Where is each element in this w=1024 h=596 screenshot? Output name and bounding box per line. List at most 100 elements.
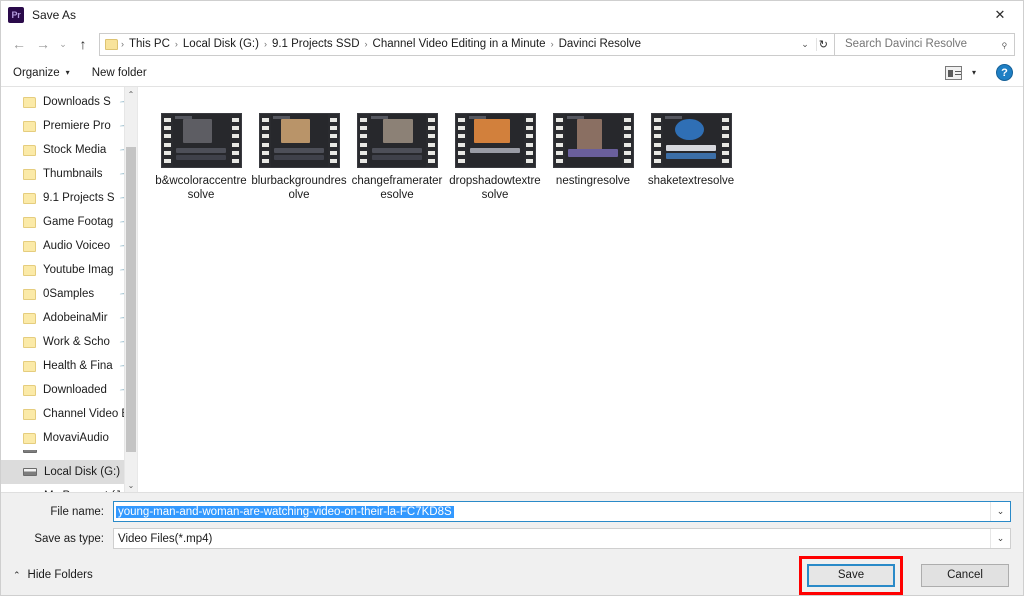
- file-name-label: changeframerateresolve: [351, 175, 443, 201]
- search-input[interactable]: [843, 37, 1002, 51]
- breadcrumb-item-this-pc[interactable]: This PC: [125, 38, 174, 50]
- sidebar-item-label: Work & Scho: [43, 336, 110, 348]
- cancel-button[interactable]: Cancel: [921, 563, 1009, 587]
- drive-icon: [23, 468, 37, 476]
- breadcrumb-item-channel-video-editing[interactable]: Channel Video Editing in a Minute: [369, 38, 550, 50]
- scrollbar-thumb[interactable]: [126, 147, 136, 452]
- film-sprockets-left: [651, 114, 663, 167]
- sidebar-item-work-school[interactable]: Work & Scho 📌: [1, 330, 137, 354]
- sidebar-item-downloaded[interactable]: Downloaded 📌: [1, 378, 137, 402]
- sidebar-item-clipped-drive[interactable]: [1, 450, 137, 460]
- film-sprockets-right: [327, 114, 339, 167]
- drive-icon: [23, 450, 37, 453]
- sidebar-item-projects-ssd[interactable]: 9.1 Projects S 📌: [1, 186, 137, 210]
- file-item[interactable]: nestingresolve: [544, 113, 642, 202]
- sidebar-item-my-passport-j-1[interactable]: My Passport (J:): [1, 484, 137, 492]
- change-view-icon[interactable]: [944, 65, 962, 80]
- sidebar-item-0samples[interactable]: 0Samples 📌: [1, 282, 137, 306]
- thumbnail-frame: [564, 114, 622, 167]
- back-button[interactable]: ←: [7, 32, 31, 56]
- file-item[interactable]: shaketextresolve: [642, 113, 740, 202]
- help-button[interactable]: ?: [996, 64, 1013, 81]
- recent-locations-button[interactable]: ⌄: [55, 32, 71, 56]
- file-list-pane[interactable]: b&wcoloraccentresolve blurbackgroundreso…: [138, 87, 1023, 492]
- chevron-down-icon: ▾: [65, 68, 70, 77]
- navigation-pane: Downloads S 📌 Premiere Pro 📌 Stock Media…: [1, 87, 138, 492]
- breadcrumb-item-local-disk[interactable]: Local Disk (G:): [179, 38, 263, 50]
- save-as-type-row: Save as type: Video Files(*.mp4) ⌄: [13, 528, 1011, 549]
- sidebar-item-label: Thumbnails: [43, 168, 103, 180]
- sidebar-item-label: AdobeinaMir: [43, 312, 108, 324]
- file-item[interactable]: dropshadowtextresolve: [446, 113, 544, 202]
- breadcrumb-item-projects-ssd[interactable]: 9.1 Projects SSD: [268, 38, 364, 50]
- sidebar-item-health-finance[interactable]: Health & Fina 📌: [1, 354, 137, 378]
- sidebar-item-movaviaudio[interactable]: MovaviAudio: [1, 426, 137, 450]
- sidebar-item-game-footage[interactable]: Game Footag 📌: [1, 210, 137, 234]
- file-name-field[interactable]: young-man-and-woman-are-watching-video-o…: [113, 501, 1011, 522]
- sidebar-item-label: Downloads S: [43, 96, 111, 108]
- sidebar-item-label: Game Footag: [43, 216, 114, 228]
- video-thumbnail: [454, 113, 536, 168]
- sidebar-item-local-disk-g[interactable]: Local Disk (G:): [1, 460, 137, 484]
- save-as-type-label: Save as type:: [34, 532, 104, 545]
- dialog-footer: ⌃ Hide Folders Save Cancel: [1, 555, 1023, 595]
- thumbnail-frame: [172, 114, 230, 167]
- refresh-icon[interactable]: ↻: [815, 37, 832, 51]
- save-button[interactable]: Save: [807, 563, 895, 587]
- hide-folders-label: Hide Folders: [27, 569, 93, 581]
- thumbnail-frame: [270, 114, 328, 167]
- save-as-type-field[interactable]: Video Files(*.mp4) ⌄: [113, 528, 1011, 549]
- film-sprockets-right: [621, 114, 633, 167]
- folder-icon: [23, 312, 36, 324]
- sidebar-item-downloads-s[interactable]: Downloads S 📌: [1, 90, 137, 114]
- chevron-down-icon[interactable]: ⌄: [990, 529, 1010, 548]
- file-name-label: nestingresolve: [555, 175, 631, 187]
- chevron-down-icon[interactable]: ⌄: [796, 39, 816, 50]
- film-sprockets-left: [357, 114, 369, 167]
- address-bar[interactable]: › This PC › Local Disk (G:) › 9.1 Projec…: [99, 32, 835, 56]
- sidebar-item-premiere-pro[interactable]: Premiere Pro 📌: [1, 114, 137, 138]
- film-sprockets-left: [553, 114, 565, 167]
- sidebar-item-label: Local Disk (G:): [44, 466, 121, 478]
- sidebar-item-partial[interactable]: [1, 450, 137, 460]
- breadcrumb-item-davinci-resolve[interactable]: Davinci Resolve: [555, 38, 645, 50]
- file-item[interactable]: blurbackgroundresolve: [250, 113, 348, 202]
- scroll-up-icon[interactable]: ⌃: [125, 87, 137, 101]
- sidebar-item-adobeinamirror[interactable]: AdobeinaMir 📌: [1, 306, 137, 330]
- close-icon[interactable]: ✕: [977, 1, 1023, 29]
- sidebar-item-thumbnails[interactable]: Thumbnails 📌: [1, 162, 137, 186]
- search-box[interactable]: ⌕: [835, 32, 1015, 56]
- sidebar-item-label: Downloaded: [43, 384, 107, 396]
- sidebar-item-youtube-images[interactable]: Youtube Imag 📌: [1, 258, 137, 282]
- new-folder-button[interactable]: New folder: [92, 67, 147, 79]
- sidebar-item-label: 0Samples: [43, 288, 95, 300]
- sidebar-list: Downloads S 📌 Premiere Pro 📌 Stock Media…: [1, 87, 137, 492]
- chevron-down-icon[interactable]: ▾: [972, 68, 976, 77]
- up-button[interactable]: ↑: [71, 32, 95, 56]
- film-sprockets-right: [229, 114, 241, 167]
- file-item[interactable]: changeframerateresolve: [348, 113, 446, 202]
- forward-button[interactable]: →: [31, 32, 55, 56]
- sidebar-scrollbar[interactable]: ⌃ ⌄: [124, 87, 137, 492]
- chevron-down-icon[interactable]: ⌄: [990, 502, 1010, 521]
- sidebar-item-label: Stock Media: [43, 144, 107, 156]
- folder-icon: [23, 168, 36, 180]
- file-name-label: dropshadowtextresolve: [449, 175, 541, 201]
- file-name-value[interactable]: young-man-and-woman-are-watching-video-o…: [116, 505, 454, 518]
- folder-icon: [23, 216, 36, 228]
- video-thumbnail: [258, 113, 340, 168]
- thumbnail-frame: [466, 114, 524, 167]
- film-sprockets-left: [161, 114, 173, 167]
- file-grid: b&wcoloraccentresolve blurbackgroundreso…: [152, 113, 1023, 202]
- file-item[interactable]: b&wcoloraccentresolve: [152, 113, 250, 202]
- organize-button[interactable]: Organize ▾: [13, 67, 70, 79]
- sidebar-item-audio-voiceover[interactable]: Audio Voiceo 📌: [1, 234, 137, 258]
- thumbnail-frame: [368, 114, 426, 167]
- sidebar-item-channel-video-editing[interactable]: Channel Video E: [1, 402, 137, 426]
- sidebar-item-stock-media[interactable]: Stock Media 📌: [1, 138, 137, 162]
- file-name-row: File name: young-man-and-woman-are-watch…: [13, 501, 1011, 522]
- scroll-down-icon[interactable]: ⌄: [125, 478, 137, 492]
- film-sprockets-right: [425, 114, 437, 167]
- hide-folders-button[interactable]: ⌃ Hide Folders: [13, 569, 93, 581]
- folder-icon: [23, 288, 36, 300]
